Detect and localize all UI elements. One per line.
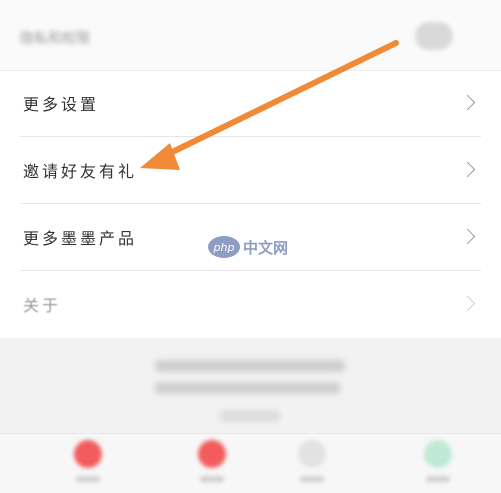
- tab-icon-2: [198, 440, 226, 468]
- menu-item-label: 邀请好友有礼: [23, 162, 138, 181]
- blurred-header-label: 隐私和权限: [20, 31, 90, 47]
- blurred-footer-line: [155, 382, 340, 394]
- tab-label-placeholder: [200, 476, 224, 482]
- toggle-icon[interactable]: [415, 22, 453, 50]
- menu-item-label: 更多墨墨产品: [23, 229, 138, 248]
- watermark: php 中文网: [208, 232, 288, 262]
- chevron-right-icon: [459, 295, 476, 312]
- blurred-footer-line: [155, 360, 345, 372]
- tab-label-placeholder: [76, 476, 100, 482]
- tab-icon-4: [424, 440, 452, 468]
- menu-item-invite-friends[interactable]: 邀请好友有礼: [20, 137, 481, 204]
- settings-screen: 隐私和权限 更多设置 邀请好友有礼 更多墨墨产品 关于 php 中文网: [0, 0, 501, 493]
- tab-icon-3: [298, 440, 326, 468]
- tab-1[interactable]: [68, 440, 108, 488]
- blurred-footer-line: [220, 410, 280, 422]
- menu-item-label: 关于: [23, 296, 62, 315]
- watermark-logo: php: [208, 236, 240, 258]
- tab-label-placeholder: [300, 476, 324, 482]
- settings-menu: 更多设置 邀请好友有礼 更多墨墨产品 关于: [0, 70, 501, 337]
- chevron-right-icon: [459, 161, 476, 178]
- menu-item-label: 更多设置: [23, 95, 100, 114]
- blurred-header-row[interactable]: 隐私和权限: [0, 0, 501, 71]
- bottom-tab-bar: [0, 433, 501, 493]
- chevron-right-icon: [459, 94, 476, 111]
- menu-item-about[interactable]: 关于: [20, 271, 481, 337]
- tab-label-placeholder: [426, 476, 450, 482]
- chevron-right-icon: [459, 228, 476, 245]
- watermark-text: 中文网: [243, 238, 289, 257]
- tab-2[interactable]: [192, 440, 232, 488]
- tab-4[interactable]: [418, 440, 458, 488]
- tab-icon-1: [74, 440, 102, 468]
- tab-3[interactable]: [292, 440, 332, 488]
- menu-item-more-settings[interactable]: 更多设置: [20, 70, 481, 137]
